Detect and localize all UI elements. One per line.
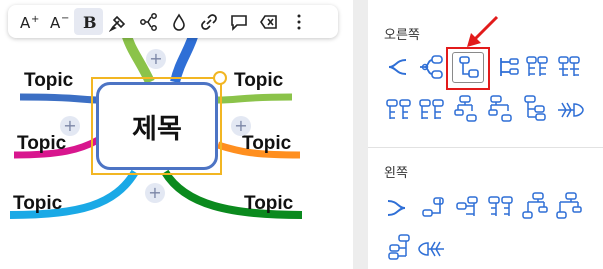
increase-font-icon: A +	[20, 14, 39, 32]
mindmap-canvas[interactable]: Topic Topic Topic Topic Topic Topic + + …	[0, 0, 353, 269]
svg-text:B: B	[83, 13, 97, 32]
svg-text:−: −	[61, 13, 69, 24]
layout-down-left2-icon[interactable]	[556, 192, 582, 219]
layout-down-right2-icon[interactable]	[488, 95, 514, 122]
fill-color-button[interactable]	[164, 8, 193, 35]
layout-down-right3-icon[interactable]	[524, 95, 550, 121]
brush-button[interactable]	[104, 8, 133, 35]
layout-down-left3-icon[interactable]	[386, 234, 412, 260]
layout-left-logic-icon[interactable]	[454, 194, 480, 220]
layout-right-map-icon[interactable]	[384, 54, 410, 80]
fill-color-icon	[172, 12, 185, 31]
pointer-arrow-icon	[467, 15, 499, 47]
bold-button[interactable]: B	[74, 8, 103, 35]
link-icon	[200, 13, 217, 30]
delete-button[interactable]	[254, 8, 283, 35]
layout-fishbone-left-icon[interactable]	[418, 237, 444, 263]
more-icon	[297, 14, 300, 29]
layout-left-map-icon[interactable]	[384, 195, 410, 221]
link-button[interactable]	[194, 8, 223, 35]
topic-mid-left[interactable]: Topic	[17, 133, 66, 155]
layout-down-left-icon[interactable]	[522, 192, 548, 219]
topic-upper-right[interactable]: Topic	[234, 70, 283, 92]
decrease-font-icon: A −	[50, 13, 69, 32]
layout-right-org-icon[interactable]	[496, 54, 522, 80]
layout-fishbone-right-icon[interactable]	[556, 98, 584, 124]
section-separator	[368, 147, 603, 148]
layout-right-tree-icon[interactable]	[457, 55, 483, 81]
add-topic-top-button[interactable]: +	[146, 49, 166, 69]
add-topic-left-button[interactable]: +	[60, 116, 80, 136]
central-topic[interactable]: 제목	[96, 82, 218, 170]
central-topic-label: 제목	[132, 113, 182, 145]
topic-lower-right[interactable]: Topic	[244, 193, 293, 215]
layout-right-table-icon[interactable]	[524, 54, 550, 80]
topic-lower-left[interactable]: Topic	[13, 193, 62, 215]
layout-panel: 오른쪽 왼쪽	[368, 0, 603, 269]
layout-right-table2-icon[interactable]	[556, 54, 582, 80]
section-title-left: 왼쪽	[384, 166, 408, 181]
format-toolbar: A + A − B	[8, 5, 338, 38]
svg-text:+: +	[31, 14, 39, 25]
layout-left-tree-icon[interactable]	[420, 195, 446, 221]
resize-handle[interactable]	[213, 71, 227, 85]
svg-text:A: A	[20, 14, 31, 32]
topic-mid-right[interactable]: Topic	[242, 133, 291, 155]
layout-right-logic-icon[interactable]	[418, 54, 444, 80]
layout-timeline-icon[interactable]	[386, 97, 412, 123]
comment-icon	[230, 14, 247, 31]
svg-text:A: A	[50, 14, 61, 32]
panel-divider	[353, 0, 368, 269]
add-topic-bottom-button[interactable]: +	[145, 183, 165, 203]
section-title-right: 오른쪽	[384, 28, 420, 43]
delete-icon	[259, 14, 277, 29]
bold-icon: B	[83, 13, 97, 32]
more-button[interactable]	[284, 8, 313, 35]
decrease-font-button[interactable]: A −	[44, 8, 73, 35]
branch-upper-right	[217, 93, 293, 104]
structure-icon	[139, 12, 157, 31]
add-topic-right-button[interactable]: +	[231, 116, 251, 136]
comment-button[interactable]	[224, 8, 253, 35]
branch-upper-left	[19, 93, 101, 104]
brush-icon	[108, 15, 125, 32]
layout-down-right-icon[interactable]	[454, 95, 480, 122]
layout-timeline2-icon[interactable]	[419, 97, 445, 123]
topic-upper-left[interactable]: Topic	[24, 70, 73, 92]
layout-left-table-icon[interactable]	[488, 194, 514, 220]
structure-button[interactable]	[134, 8, 163, 35]
increase-font-button[interactable]: A +	[14, 8, 43, 35]
